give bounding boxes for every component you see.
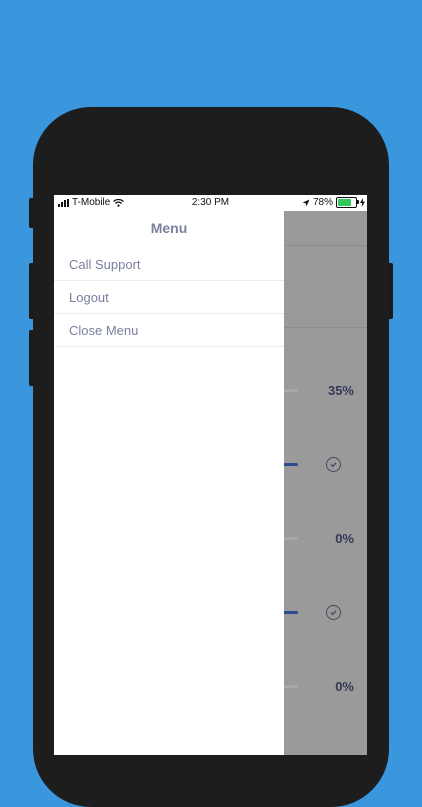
check-circle-icon <box>326 457 341 472</box>
phone-screen: T-Mobile 2:30 PM 78% 35% 0% 0% Menu Call… <box>54 195 367 755</box>
side-menu-drawer: Menu Call Support Logout Close Menu <box>54 211 284 755</box>
battery-icon <box>336 197 359 208</box>
battery-fill <box>338 199 352 206</box>
status-bar: T-Mobile 2:30 PM 78% <box>54 195 367 211</box>
charging-bolt-icon <box>360 198 365 207</box>
menu-item-logout[interactable]: Logout <box>54 281 284 314</box>
progress-value: 0% <box>335 531 354 546</box>
location-arrow-icon <box>302 199 310 206</box>
battery-percent: 78% <box>312 197 333 208</box>
progress-value: 35% <box>327 383 354 398</box>
progress-value: 0% <box>335 679 354 694</box>
menu-item-call-support[interactable]: Call Support <box>54 248 284 281</box>
menu-item-close-menu[interactable]: Close Menu <box>54 314 284 347</box>
divider <box>284 327 367 328</box>
check-circle-icon <box>326 605 341 620</box>
divider <box>284 245 367 246</box>
menu-title: Menu <box>150 220 188 236</box>
